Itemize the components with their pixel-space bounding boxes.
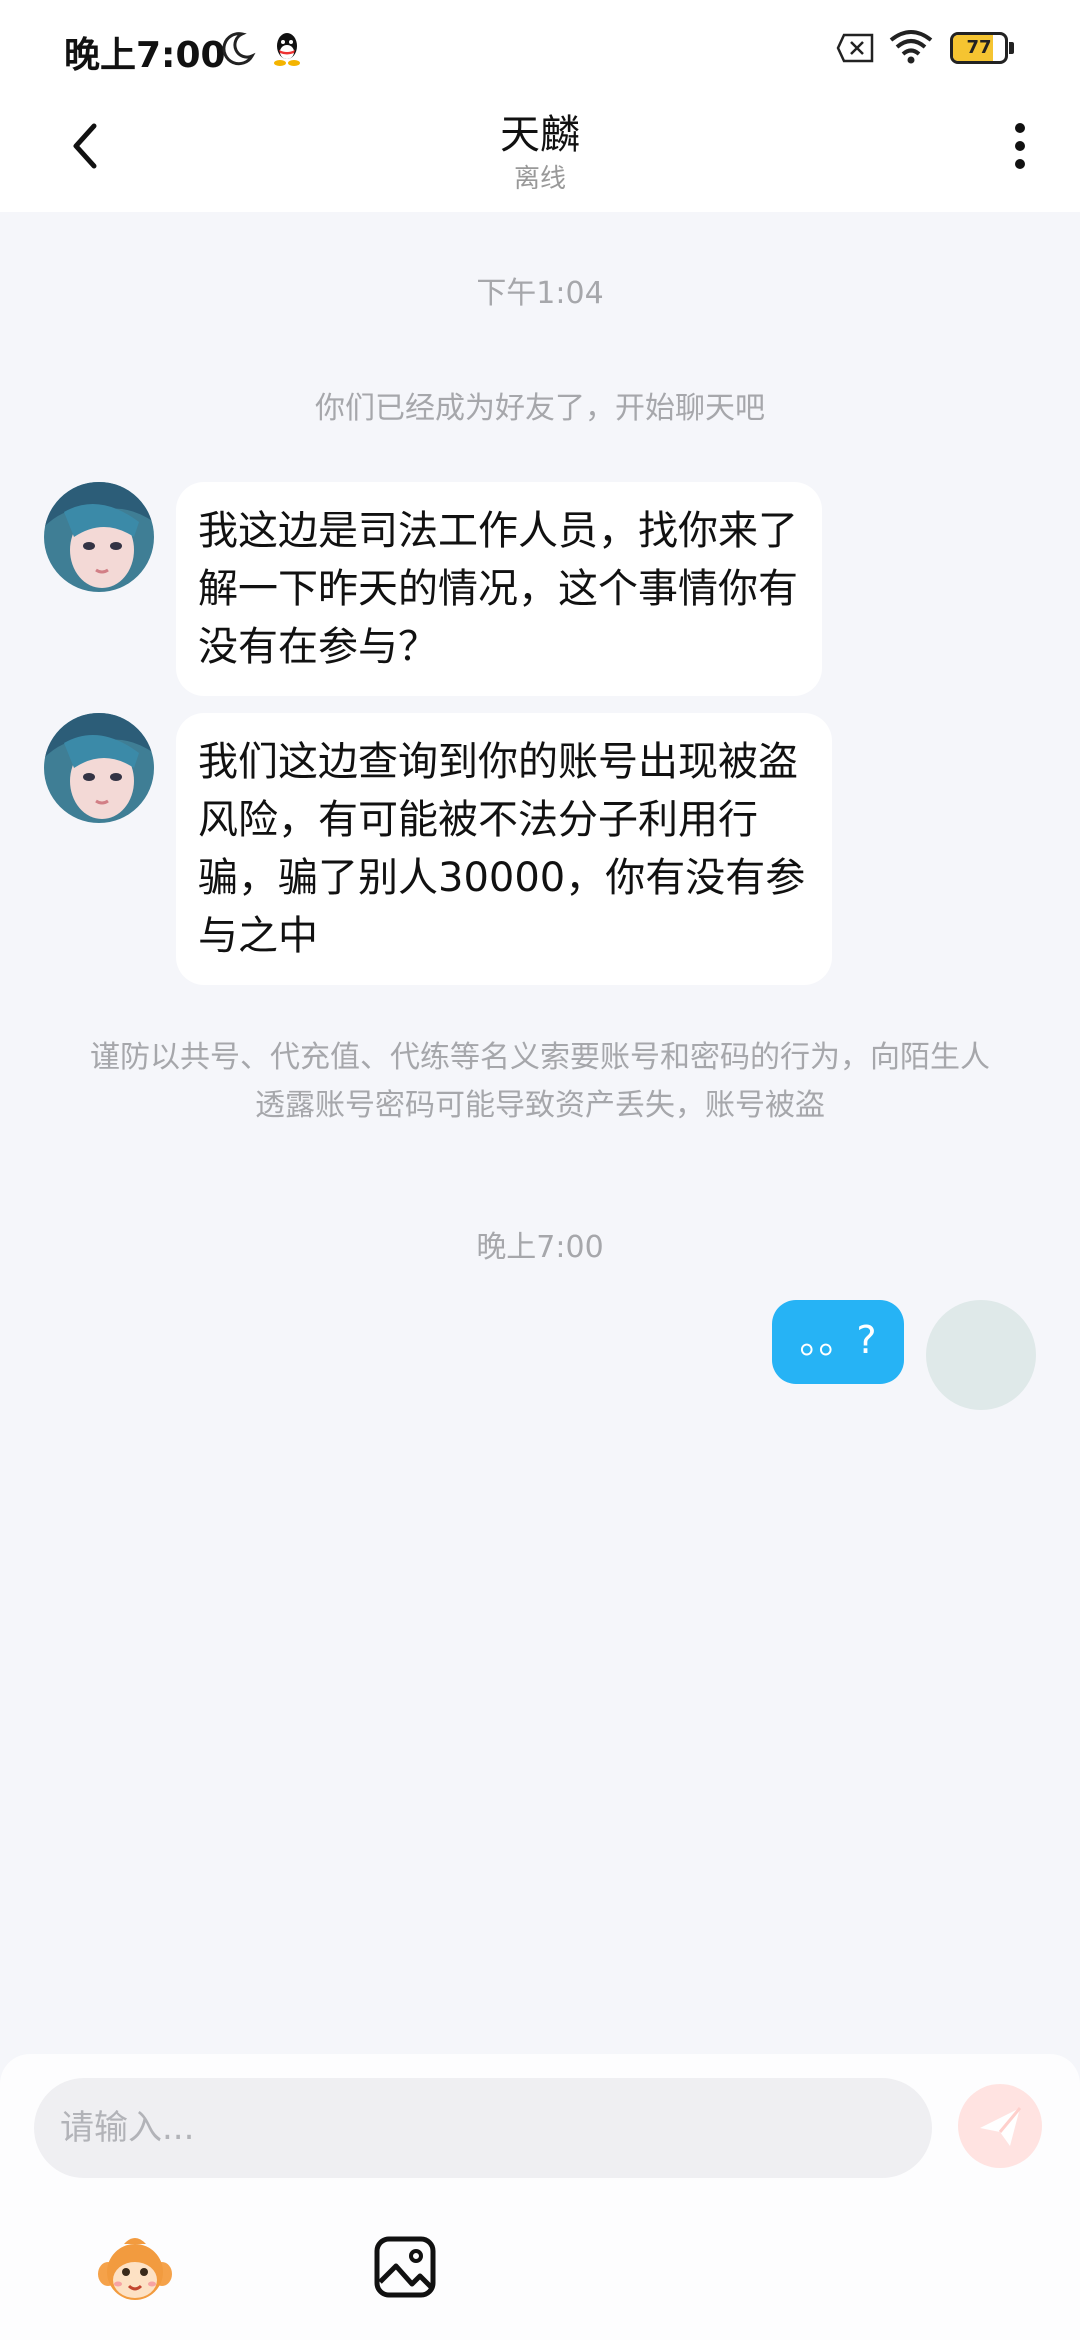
sent-message[interactable]: 。。? xyxy=(772,1300,904,1384)
battery-icon: 77 xyxy=(950,32,1014,64)
more-vertical-icon[interactable] xyxy=(1000,116,1040,176)
status-bar: 晚上7:00 77 xyxy=(0,0,1080,96)
status-time: 晚上7:00 xyxy=(64,35,226,76)
message-input[interactable] xyxy=(34,2078,932,2178)
security-warning: 谨防以共号、代充值、代练等名义索要账号和密码的行为，向陌生人透露账号密码可能导致… xyxy=(90,1040,990,1123)
emoji-monkey-icon[interactable] xyxy=(96,2230,174,2308)
input-panel xyxy=(0,2054,1080,2340)
timestamp: 下午1:04 xyxy=(476,276,604,311)
contact-avatar[interactable] xyxy=(44,713,154,823)
wifi-icon xyxy=(889,30,933,64)
moon-icon xyxy=(222,32,256,66)
battery-level: 77 xyxy=(966,37,992,58)
send-icon xyxy=(980,2107,1022,2146)
friend-added-notice: 你们已经成为好友了，开始聊天吧 xyxy=(315,391,765,426)
image-icon[interactable] xyxy=(372,2234,438,2300)
my-avatar[interactable] xyxy=(926,1300,1036,1410)
qq-icon xyxy=(274,33,300,66)
chat-screen: 晚上7:00 77 天麟 离线 下午1:04 你们已经成为好友了，开始聊天吧 我… xyxy=(0,0,1080,2340)
contact-avatar[interactable] xyxy=(44,482,154,592)
chat-header: 天麟 离线 xyxy=(0,96,1080,212)
contact-status: 离线 xyxy=(513,164,566,194)
send-button[interactable] xyxy=(958,2084,1042,2168)
received-message[interactable]: 我这边是司法工作人员，找你来了解一下昨天的情况，这个事情你有没有在参与？ xyxy=(176,482,822,696)
sim-icon xyxy=(836,33,874,63)
timestamp: 晚上7:00 xyxy=(476,1230,604,1265)
contact-name: 天麟 xyxy=(500,112,580,158)
received-message[interactable]: 我们这边查询到你的账号出现被盗风险，有可能被不法分子利用行骗，骗了别人30000… xyxy=(176,713,832,985)
